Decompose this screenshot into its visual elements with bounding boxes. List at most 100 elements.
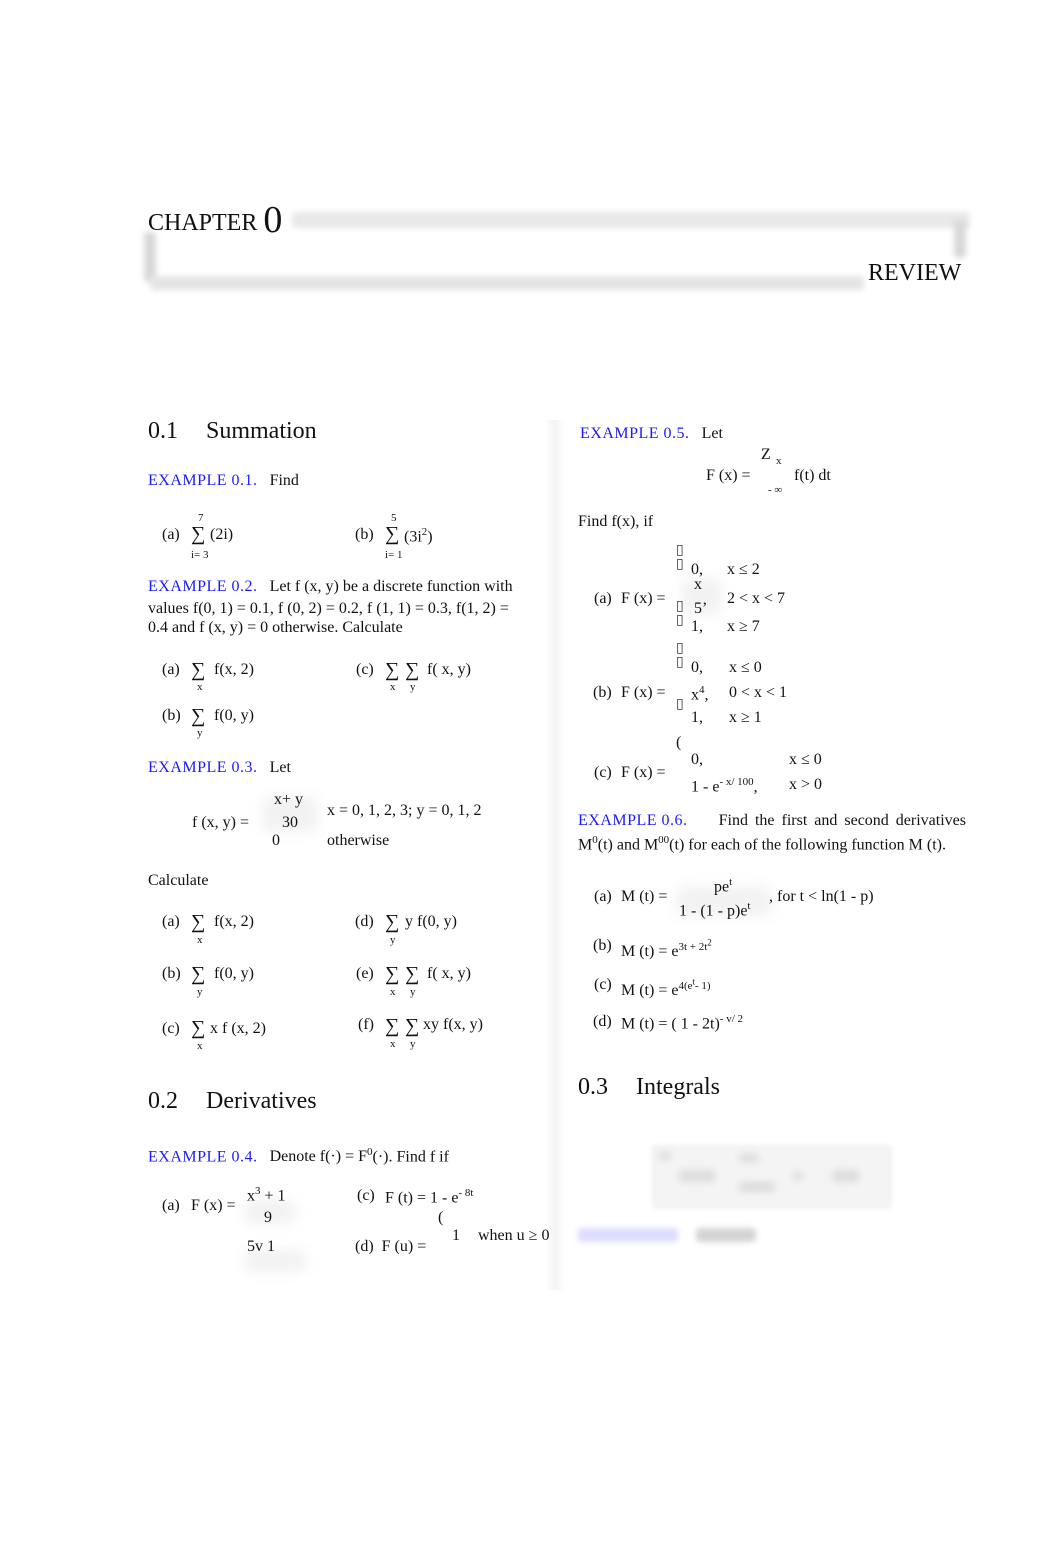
comma: , xyxy=(704,686,709,704)
text: M xyxy=(578,836,593,854)
text: (t) for each of the following function M… xyxy=(669,836,946,854)
exponent: 4(et- 1) xyxy=(678,976,710,992)
section-heading-summation: 0.1 Summation xyxy=(148,418,317,445)
function-lhs: F (x) = xyxy=(621,764,666,781)
exponent: - 8t xyxy=(458,1187,474,1199)
case-condition: x > 0 xyxy=(789,776,823,793)
fraction-numerator: x xyxy=(694,576,702,593)
sum-body-text: (3i xyxy=(404,528,422,546)
case-condition: otherwise xyxy=(327,832,390,849)
example-text: Find the first and second derivatives xyxy=(718,812,966,829)
brace-icon: ( xyxy=(438,1209,444,1226)
case-value: 1, xyxy=(691,709,703,726)
exponent: - v/ 2 xyxy=(719,1013,744,1025)
example-0-4-header: EXAMPLE 0.4. Denote f(·) = F0(·). Find f… xyxy=(148,1146,449,1166)
case-condition: x ≤ 0 xyxy=(729,659,762,676)
example-text: Find xyxy=(269,472,299,489)
sum-body: f( x, y) xyxy=(427,965,471,982)
function-lhs: F (t) = 1 - e xyxy=(385,1189,459,1207)
function-expression: M (t) = ( 1 - 2t)- v/ 2 xyxy=(621,1013,743,1033)
condition-text: , for t < ln(1 - p) xyxy=(769,888,874,905)
function-lhs: M (t) = ( 1 - 2t) xyxy=(621,1015,720,1033)
item-tag: (b) xyxy=(162,965,181,982)
calculate-text: Calculate xyxy=(148,872,209,889)
sum-body: y f(0, y) xyxy=(405,913,457,930)
section-number: 0.1 xyxy=(148,418,178,444)
function-expression: M (t) = e4(et- 1) xyxy=(621,976,711,1000)
example-0-3-header: EXAMPLE 0.3. Let xyxy=(148,759,291,777)
sum-index: x xyxy=(197,934,203,946)
item-tag: (c) xyxy=(594,764,612,781)
summation-icon: ∑ xyxy=(385,963,400,985)
integral-upper-limit: x xyxy=(776,455,782,467)
text: (t) and M xyxy=(597,836,659,854)
item-tag: (e) xyxy=(356,965,374,982)
brace-icon: ▯ ▯ ▯ ▯ xyxy=(676,543,684,628)
sum-body: (3i2) xyxy=(404,526,433,546)
fraction-denominator: 30 xyxy=(282,814,298,831)
sum-index: x xyxy=(197,681,203,693)
column-divider xyxy=(545,420,565,1290)
close-paren: ) xyxy=(427,528,433,546)
numerator-base: pe xyxy=(714,878,730,896)
exponent-text: 4(e xyxy=(678,979,693,992)
item-tag: (a) xyxy=(162,1197,180,1214)
comma: , xyxy=(753,778,758,796)
example-label: EXAMPLE 0.4. xyxy=(148,1148,258,1166)
sum-body: x f (x, 2) xyxy=(210,1020,266,1037)
item-tag: (a) xyxy=(162,661,180,678)
function-lhs: M (t) = xyxy=(621,888,668,905)
example-0-5-header: EXAMPLE 0.5. Let xyxy=(580,425,723,443)
summation-icon: ∑ xyxy=(191,705,206,727)
fraction-numerator: pet xyxy=(714,876,732,896)
example-0-6-line1: EXAMPLE 0.6. Find the first and second d… xyxy=(578,812,966,830)
summation-icon: ∑ xyxy=(385,1015,400,1037)
sum-index: y xyxy=(410,1038,416,1050)
function-lhs: F (u) = xyxy=(381,1238,427,1254)
example-text: Denote f(·) = F xyxy=(269,1148,367,1166)
chapter-title: REVIEW xyxy=(868,260,962,286)
summation-icon: ∑ xyxy=(191,523,206,545)
case-value: 1, xyxy=(691,618,703,635)
case-condition: x ≥ 1 xyxy=(729,709,762,726)
function-lhs: f (x, y) = xyxy=(192,814,250,831)
sum-index: x xyxy=(390,681,396,693)
case-condition: 0 < x < 1 xyxy=(729,684,788,701)
sum-index: y xyxy=(197,727,203,739)
case-value: x4, xyxy=(691,684,709,704)
example-text: Let xyxy=(701,425,723,442)
sum-index: y xyxy=(410,681,416,693)
item-tag: (a) xyxy=(594,590,612,607)
section-heading-integrals: 0.3 Integrals xyxy=(578,1074,720,1101)
sum-lower-limit: i= 3 xyxy=(191,549,209,561)
example-label: EXAMPLE 0.6. xyxy=(578,812,688,829)
sum-index: y xyxy=(410,986,416,998)
chapter-label: CHAPTER xyxy=(148,210,258,236)
sum-index: y xyxy=(390,934,396,946)
exponent: t xyxy=(729,876,733,888)
item-tag: (c) xyxy=(594,976,612,993)
blurred-formula-preview xyxy=(652,1145,892,1209)
sum-body: f(x, 2) xyxy=(214,661,254,678)
summation-icon: ∑ xyxy=(385,911,400,933)
function-lhs: M (t) = e xyxy=(621,981,679,999)
example-label: EXAMPLE 0.1. xyxy=(148,472,258,489)
case-base: x xyxy=(691,686,699,704)
case-value: 0, xyxy=(691,659,703,676)
sum-body: f(0, y) xyxy=(214,707,254,724)
fraction-denominator: 1 - (1 - p)et xyxy=(679,900,750,920)
item-tag: (f) xyxy=(358,1016,374,1033)
find-text: Find f(x), if xyxy=(578,513,654,530)
denominator-base: 1 - (1 - p)e xyxy=(679,902,748,920)
case-condition: when u ≥ 0 xyxy=(478,1227,550,1244)
item-tag: (c) xyxy=(356,661,374,678)
item-tag: (c) xyxy=(357,1187,375,1204)
case-value: 1 xyxy=(452,1227,460,1244)
denominator-text: 5 xyxy=(694,600,702,617)
item-tag: (d) xyxy=(355,913,374,930)
item-tag: (b) xyxy=(355,526,374,543)
example-text: Let f (x, y) be a discrete function with xyxy=(269,578,513,595)
summation-icon: ∑ xyxy=(191,1017,206,1039)
item-tag: (b) xyxy=(162,707,181,724)
example-0-1-header: EXAMPLE 0.1. Find xyxy=(148,472,299,490)
